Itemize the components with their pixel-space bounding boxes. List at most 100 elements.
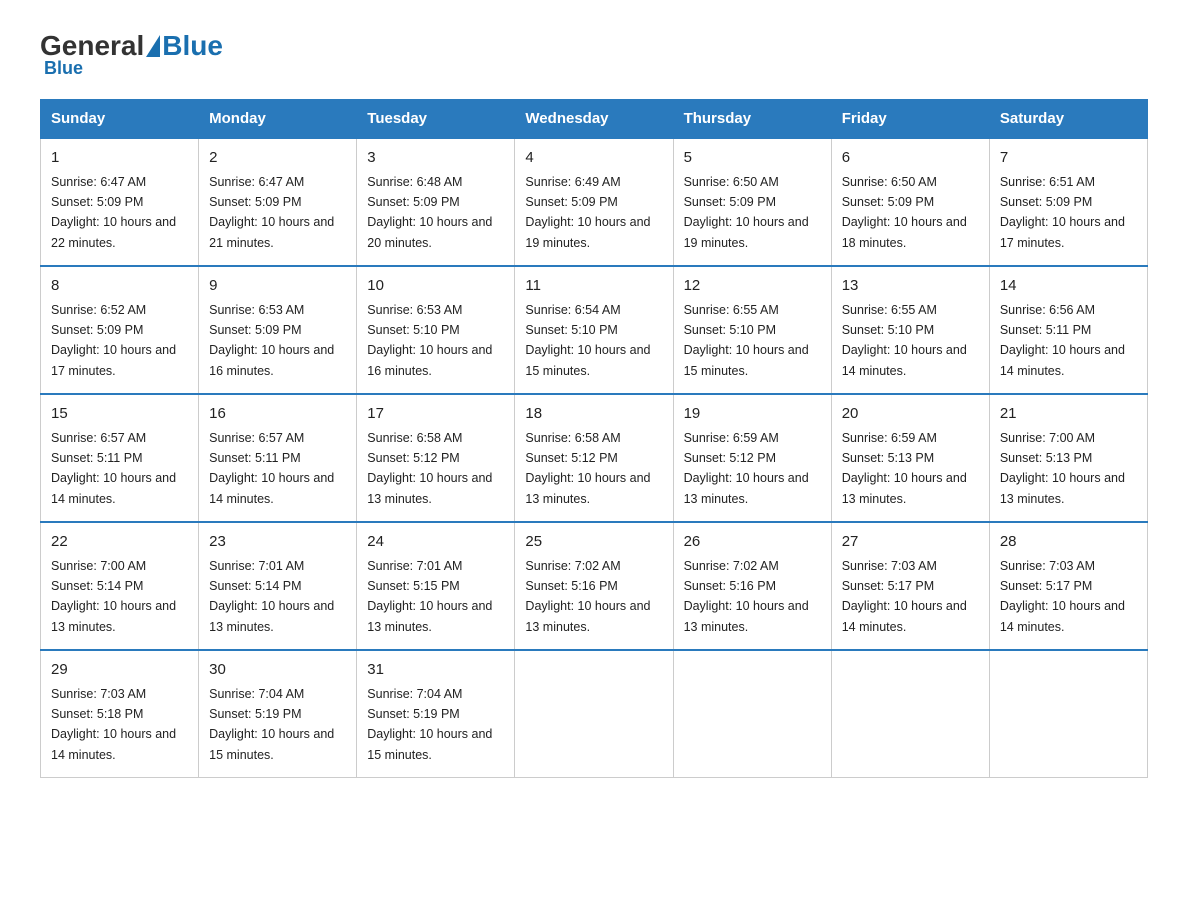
day-info: Sunrise: 6:53 AMSunset: 5:10 PMDaylight:…: [367, 303, 492, 378]
day-info: Sunrise: 7:01 AMSunset: 5:14 PMDaylight:…: [209, 559, 334, 634]
day-info: Sunrise: 6:50 AMSunset: 5:09 PMDaylight:…: [684, 175, 809, 250]
calendar-cell: 23Sunrise: 7:01 AMSunset: 5:14 PMDayligh…: [199, 522, 357, 650]
day-number: 25: [525, 531, 662, 554]
col-header-saturday: Saturday: [989, 100, 1147, 139]
calendar-cell: 21 Sunrise: 7:00 AMSunset: 5:13 PMDayligh…: [989, 394, 1147, 522]
day-info: Sunrise: 6:50 AMSunset: 5:09 PMDaylight:…: [842, 175, 967, 250]
day-number: 26: [684, 531, 821, 554]
day-info: Sunrise: 7:03 AMSunset: 5:17 PMDaylight:…: [842, 559, 967, 634]
day-info: Sunrise: 6:58 AMSunset: 5:12 PMDaylight:…: [525, 431, 650, 506]
day-info: Sunrise: 6:55 AMSunset: 5:10 PMDaylight:…: [684, 303, 809, 378]
day-info: Sunrise: 6:47 AMSunset: 5:09 PMDaylight:…: [51, 175, 176, 250]
day-info: Sunrise: 6:53 AMSunset: 5:09 PMDaylight:…: [209, 303, 334, 378]
calendar-row: 1 Sunrise: 6:47 AMSunset: 5:09 PMDaylight…: [41, 138, 1148, 266]
day-info: Sunrise: 7:02 AMSunset: 5:16 PMDaylight:…: [684, 559, 809, 634]
calendar-cell: 10Sunrise: 6:53 AMSunset: 5:10 PMDayligh…: [357, 266, 515, 394]
calendar-row: 15 Sunrise: 6:57 AMSunset: 5:11 PMDayligh…: [41, 394, 1148, 522]
day-number: 24: [367, 531, 504, 554]
col-header-tuesday: Tuesday: [357, 100, 515, 139]
day-number: 21: [1000, 403, 1137, 426]
calendar-cell: 19 Sunrise: 6:59 AMSunset: 5:12 PMDayligh…: [673, 394, 831, 522]
day-info: Sunrise: 7:04 AMSunset: 5:19 PMDaylight:…: [367, 687, 492, 762]
day-info: Sunrise: 7:00 AMSunset: 5:13 PMDaylight:…: [1000, 431, 1125, 506]
day-number: 27: [842, 531, 979, 554]
day-number: 19: [684, 403, 821, 426]
calendar-cell: 13 Sunrise: 6:55 AMSunset: 5:10 PMDayligh…: [831, 266, 989, 394]
calendar-cell: 18 Sunrise: 6:58 AMSunset: 5:12 PMDayligh…: [515, 394, 673, 522]
day-info: Sunrise: 6:51 AMSunset: 5:09 PMDaylight:…: [1000, 175, 1125, 250]
day-number: 28: [1000, 531, 1137, 554]
col-header-friday: Friday: [831, 100, 989, 139]
logo: General Blue Blue: [40, 30, 223, 79]
day-number: 31: [367, 659, 504, 682]
calendar-cell: 25 Sunrise: 7:02 AMSunset: 5:16 PMDayligh…: [515, 522, 673, 650]
logo-triangle-icon: [146, 35, 160, 57]
calendar-cell: [831, 650, 989, 778]
calendar-cell: 5 Sunrise: 6:50 AMSunset: 5:09 PMDaylight…: [673, 138, 831, 266]
calendar-row: 22Sunrise: 7:00 AMSunset: 5:14 PMDayligh…: [41, 522, 1148, 650]
col-header-wednesday: Wednesday: [515, 100, 673, 139]
day-info: Sunrise: 6:49 AMSunset: 5:09 PMDaylight:…: [525, 175, 650, 250]
calendar-cell: 30 Sunrise: 7:04 AMSunset: 5:19 PMDayligh…: [199, 650, 357, 778]
day-info: Sunrise: 7:00 AMSunset: 5:14 PMDaylight:…: [51, 559, 176, 634]
calendar-cell: [515, 650, 673, 778]
day-info: Sunrise: 6:55 AMSunset: 5:10 PMDaylight:…: [842, 303, 967, 378]
day-number: 20: [842, 403, 979, 426]
calendar-cell: 1 Sunrise: 6:47 AMSunset: 5:09 PMDaylight…: [41, 138, 199, 266]
day-info: Sunrise: 6:47 AMSunset: 5:09 PMDaylight:…: [209, 175, 334, 250]
day-number: 14: [1000, 275, 1137, 298]
day-number: 13: [842, 275, 979, 298]
col-header-thursday: Thursday: [673, 100, 831, 139]
day-number: 15: [51, 403, 188, 426]
day-info: Sunrise: 6:58 AMSunset: 5:12 PMDaylight:…: [367, 431, 492, 506]
calendar-cell: 11 Sunrise: 6:54 AMSunset: 5:10 PMDayligh…: [515, 266, 673, 394]
calendar-cell: 6 Sunrise: 6:50 AMSunset: 5:09 PMDaylight…: [831, 138, 989, 266]
day-number: 30: [209, 659, 346, 682]
day-number: 3: [367, 147, 504, 170]
calendar-cell: 28 Sunrise: 7:03 AMSunset: 5:17 PMDayligh…: [989, 522, 1147, 650]
calendar-row: 8Sunrise: 6:52 AMSunset: 5:09 PMDaylight…: [41, 266, 1148, 394]
day-number: 1: [51, 147, 188, 170]
calendar-cell: 31 Sunrise: 7:04 AMSunset: 5:19 PMDayligh…: [357, 650, 515, 778]
day-number: 12: [684, 275, 821, 298]
calendar-cell: 9 Sunrise: 6:53 AMSunset: 5:09 PMDaylight…: [199, 266, 357, 394]
day-info: Sunrise: 6:52 AMSunset: 5:09 PMDaylight:…: [51, 303, 176, 378]
day-number: 2: [209, 147, 346, 170]
calendar-cell: 14 Sunrise: 6:56 AMSunset: 5:11 PMDayligh…: [989, 266, 1147, 394]
day-info: Sunrise: 7:02 AMSunset: 5:16 PMDaylight:…: [525, 559, 650, 634]
calendar-cell: 15 Sunrise: 6:57 AMSunset: 5:11 PMDayligh…: [41, 394, 199, 522]
day-info: Sunrise: 7:01 AMSunset: 5:15 PMDaylight:…: [367, 559, 492, 634]
calendar-cell: 26 Sunrise: 7:02 AMSunset: 5:16 PMDayligh…: [673, 522, 831, 650]
day-info: Sunrise: 6:56 AMSunset: 5:11 PMDaylight:…: [1000, 303, 1125, 378]
calendar-row: 29 Sunrise: 7:03 AMSunset: 5:18 PMDayligh…: [41, 650, 1148, 778]
calendar-cell: [989, 650, 1147, 778]
day-info: Sunrise: 6:57 AMSunset: 5:11 PMDaylight:…: [51, 431, 176, 506]
day-info: Sunrise: 6:54 AMSunset: 5:10 PMDaylight:…: [525, 303, 650, 378]
day-number: 11: [525, 275, 662, 298]
calendar-cell: 16Sunrise: 6:57 AMSunset: 5:11 PMDayligh…: [199, 394, 357, 522]
calendar-cell: 4Sunrise: 6:49 AMSunset: 5:09 PMDaylight…: [515, 138, 673, 266]
day-number: 7: [1000, 147, 1137, 170]
col-header-sunday: Sunday: [41, 100, 199, 139]
logo-blue-text: Blue: [162, 30, 223, 62]
day-info: Sunrise: 6:48 AMSunset: 5:09 PMDaylight:…: [367, 175, 492, 250]
day-info: Sunrise: 7:04 AMSunset: 5:19 PMDaylight:…: [209, 687, 334, 762]
day-info: Sunrise: 7:03 AMSunset: 5:17 PMDaylight:…: [1000, 559, 1125, 634]
calendar-cell: [673, 650, 831, 778]
day-number: 17: [367, 403, 504, 426]
day-info: Sunrise: 7:03 AMSunset: 5:18 PMDaylight:…: [51, 687, 176, 762]
day-number: 5: [684, 147, 821, 170]
day-info: Sunrise: 6:59 AMSunset: 5:13 PMDaylight:…: [842, 431, 967, 506]
calendar-cell: 20 Sunrise: 6:59 AMSunset: 5:13 PMDayligh…: [831, 394, 989, 522]
day-number: 9: [209, 275, 346, 298]
logo-underline: Blue: [44, 58, 83, 79]
day-number: 6: [842, 147, 979, 170]
day-number: 18: [525, 403, 662, 426]
calendar-cell: 22Sunrise: 7:00 AMSunset: 5:14 PMDayligh…: [41, 522, 199, 650]
calendar-cell: 24 Sunrise: 7:01 AMSunset: 5:15 PMDayligh…: [357, 522, 515, 650]
day-info: Sunrise: 6:59 AMSunset: 5:12 PMDaylight:…: [684, 431, 809, 506]
day-number: 29: [51, 659, 188, 682]
calendar-table: SundayMondayTuesdayWednesdayThursdayFrid…: [40, 99, 1148, 778]
calendar-cell: 29 Sunrise: 7:03 AMSunset: 5:18 PMDayligh…: [41, 650, 199, 778]
page-header: General Blue Blue: [40, 30, 1148, 79]
